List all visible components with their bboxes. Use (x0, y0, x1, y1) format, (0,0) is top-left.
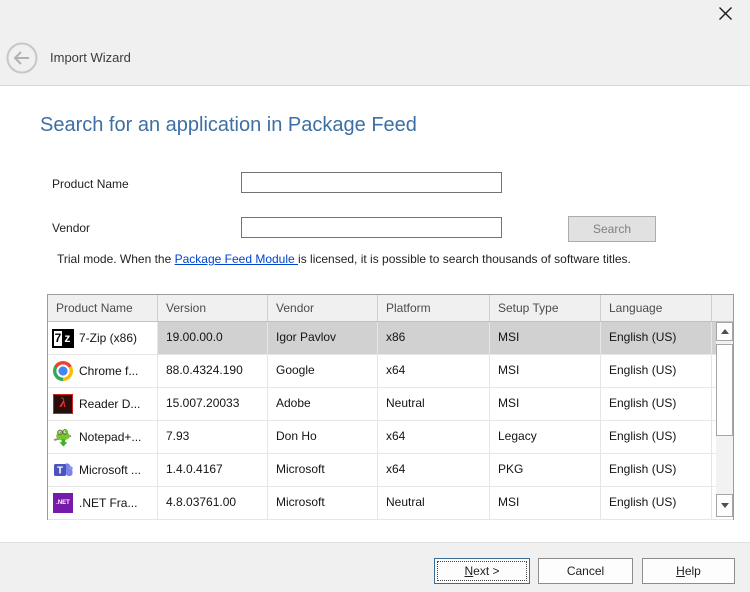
chrome-icon (53, 361, 73, 381)
cell-version[interactable]: 1.4.0.4167 (158, 454, 268, 486)
cell-language[interactable]: English (US) (601, 421, 712, 453)
product-name-label: Product Name (52, 177, 129, 191)
microsoft-teams-icon: T (53, 460, 73, 480)
table-row[interactable]: T Microsoft ... 1.4.0.4167 Microsoft x64… (48, 454, 733, 487)
cell-product-name[interactable]: λ Reader D... (48, 388, 158, 420)
product-name-input[interactable] (241, 172, 502, 193)
cell-language[interactable]: English (US) (601, 454, 712, 486)
cell-setup-type[interactable]: MSI (490, 355, 601, 387)
table-row[interactable]: Chrome f... 88.0.4324.190 Google x64 MSI… (48, 355, 733, 388)
product-name-text: Chrome f... (79, 364, 138, 378)
notepad-plus-plus-icon (53, 427, 73, 447)
table-row[interactable]: λ Reader D... 15.007.20033 Adobe Neutral… (48, 388, 733, 421)
cell-platform[interactable]: x64 (378, 454, 490, 486)
cell-language[interactable]: English (US) (601, 388, 712, 420)
vertical-scrollbar[interactable] (716, 322, 733, 517)
cell-setup-type[interactable]: MSI (490, 388, 601, 420)
footer-bar (0, 542, 750, 592)
page-title: Search for an application in Package Fee… (40, 114, 417, 137)
column-header-platform[interactable]: Platform (378, 295, 490, 321)
svg-text:T: T (57, 465, 63, 476)
search-button[interactable]: Search (568, 216, 656, 242)
cell-setup-type[interactable]: PKG (490, 454, 601, 486)
scroll-up-button[interactable] (716, 322, 733, 341)
back-arrow-icon (6, 42, 38, 74)
dotnet-icon: .NET (53, 493, 73, 513)
table-header-row: Product Name Version Vendor Platform Set… (48, 295, 733, 322)
trial-notice-suffix: is licensed, it is possible to search th… (298, 252, 631, 266)
cell-version[interactable]: 15.007.20033 (158, 388, 268, 420)
help-button[interactable]: Help (642, 558, 735, 584)
cell-version[interactable]: 19.00.00.0 (158, 322, 268, 354)
column-header-product-name[interactable]: Product Name (48, 295, 158, 321)
cell-vendor[interactable]: Don Ho (268, 421, 378, 453)
cell-language[interactable]: English (US) (601, 355, 712, 387)
vendor-label: Vendor (52, 221, 90, 235)
7zip-icon: 7z (53, 328, 73, 348)
product-name-text: Reader D... (79, 397, 140, 411)
table-row[interactable]: Notepad+... 7.93 Don Ho x64 Legacy Engli… (48, 421, 733, 454)
cell-product-name[interactable]: T Microsoft ... (48, 454, 158, 486)
package-feed-module-link[interactable]: Package Feed Module (175, 252, 298, 266)
column-header-version[interactable]: Version (158, 295, 268, 321)
cell-platform[interactable]: x86 (378, 322, 490, 354)
close-icon (718, 6, 733, 21)
cell-vendor[interactable]: Igor Pavlov (268, 322, 378, 354)
trial-notice: Trial mode. When the Package Feed Module… (57, 252, 631, 266)
scroll-up-arrow-icon (721, 329, 729, 334)
cell-version[interactable]: 7.93 (158, 421, 268, 453)
cell-vendor[interactable]: Google (268, 355, 378, 387)
cell-platform[interactable]: x64 (378, 421, 490, 453)
cell-version[interactable]: 4.8.03761.00 (158, 487, 268, 519)
product-name-text: Microsoft ... (79, 463, 141, 477)
close-button[interactable] (714, 2, 736, 24)
cell-setup-type[interactable]: MSI (490, 487, 601, 519)
wizard-title: Import Wizard (50, 50, 131, 65)
wizard-header-band: Import Wizard (0, 0, 750, 86)
adobe-reader-icon: λ (53, 394, 73, 414)
cell-language[interactable]: English (US) (601, 322, 712, 354)
cell-setup-type[interactable]: Legacy (490, 421, 601, 453)
column-header-setup-type[interactable]: Setup Type (490, 295, 601, 321)
table-row[interactable]: 7z 7-Zip (x86) 19.00.00.0 Igor Pavlov x8… (48, 322, 733, 355)
cell-vendor[interactable]: Microsoft (268, 487, 378, 519)
cell-vendor[interactable]: Microsoft (268, 454, 378, 486)
cell-vendor[interactable]: Adobe (268, 388, 378, 420)
scroll-down-arrow-icon (721, 503, 729, 508)
product-name-text: Notepad+... (79, 430, 141, 444)
scroll-down-button[interactable] (716, 494, 733, 517)
cell-platform[interactable]: x64 (378, 355, 490, 387)
cell-product-name[interactable]: Notepad+... (48, 421, 158, 453)
cell-product-name[interactable]: .NET .NET Fra... (48, 487, 158, 519)
next-button[interactable]: Next > (434, 558, 530, 584)
vendor-input[interactable] (241, 217, 502, 238)
cell-setup-type[interactable]: MSI (490, 322, 601, 354)
results-table: Product Name Version Vendor Platform Set… (47, 294, 734, 520)
column-header-stub (712, 295, 733, 321)
cell-version[interactable]: 88.0.4324.190 (158, 355, 268, 387)
scrollbar-thumb[interactable] (716, 344, 733, 436)
column-header-vendor[interactable]: Vendor (268, 295, 378, 321)
product-name-text: 7-Zip (x86) (79, 331, 137, 345)
cell-product-name[interactable]: Chrome f... (48, 355, 158, 387)
column-header-language[interactable]: Language (601, 295, 712, 321)
scrollbar-track[interactable] (716, 341, 733, 494)
trial-notice-prefix: Trial mode. When the (57, 252, 175, 266)
cell-platform[interactable]: Neutral (378, 487, 490, 519)
cell-language[interactable]: English (US) (601, 487, 712, 519)
back-button[interactable] (6, 42, 38, 74)
product-name-text: .NET Fra... (79, 496, 137, 510)
cell-product-name[interactable]: 7z 7-Zip (x86) (48, 322, 158, 354)
cancel-button[interactable]: Cancel (538, 558, 633, 584)
table-row[interactable]: .NET .NET Fra... 4.8.03761.00 Microsoft … (48, 487, 733, 520)
cell-platform[interactable]: Neutral (378, 388, 490, 420)
